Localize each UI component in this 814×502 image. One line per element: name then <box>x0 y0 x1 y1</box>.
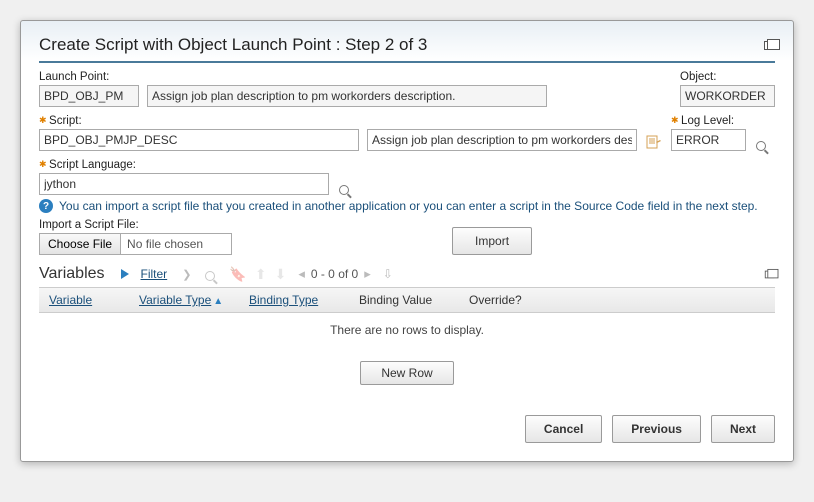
object-label: Object: <box>680 71 775 83</box>
variables-grid-header: Variable Variable Type▲ Binding Type Bin… <box>39 288 775 313</box>
script-language-lookup-icon[interactable] <box>337 181 351 195</box>
log-level-label: Log Level: <box>671 115 746 127</box>
dialog-title: Create Script with Object Launch Point :… <box>39 35 427 55</box>
bookmark-icon[interactable]: 🔖 <box>229 266 246 283</box>
col-binding-value[interactable]: Binding Value <box>359 293 432 307</box>
filter-toggle-icon[interactable] <box>121 269 129 279</box>
search-icon[interactable] <box>203 267 217 281</box>
long-description-icon[interactable] <box>645 133 663 151</box>
down-arrow-icon[interactable]: ⬇ <box>275 266 287 283</box>
page-next-icon[interactable]: ▸ <box>364 266 371 282</box>
col-variable-type[interactable]: Variable Type <box>139 293 211 307</box>
page-prev-icon[interactable]: ◂ <box>298 266 305 282</box>
next-button[interactable]: Next <box>711 415 775 443</box>
choose-file-button[interactable]: Choose File <box>40 234 121 254</box>
variables-restore-icon[interactable] <box>765 270 774 278</box>
chevron-right-icon: ❯ <box>182 268 191 281</box>
log-level-lookup-icon[interactable] <box>754 137 768 151</box>
log-level-field[interactable] <box>671 129 746 151</box>
info-icon: ? <box>39 199 53 213</box>
object-field <box>680 85 775 107</box>
import-file-label: Import a Script File: <box>39 219 232 231</box>
dialog-create-script: Create Script with Object Launch Point :… <box>20 20 794 462</box>
filter-link[interactable]: Filter <box>141 267 168 281</box>
cancel-button[interactable]: Cancel <box>525 415 602 443</box>
script-desc-field[interactable] <box>367 129 637 151</box>
script-language-field[interactable] <box>39 173 329 195</box>
launch-point-label: Launch Point: <box>39 71 139 83</box>
script-field[interactable] <box>39 129 359 151</box>
download-icon[interactable]: ⇩ <box>383 267 393 281</box>
import-button[interactable]: Import <box>452 227 532 255</box>
script-label: Script: <box>39 115 359 127</box>
launch-point-desc-field <box>147 85 547 107</box>
up-arrow-icon[interactable]: ⬆ <box>255 266 267 283</box>
new-row-button[interactable]: New Row <box>360 361 453 385</box>
col-override[interactable]: Override? <box>469 293 522 307</box>
launch-point-field <box>39 85 139 107</box>
file-chosen-text: No file chosen <box>121 234 231 254</box>
pager-text: 0 - 0 of 0 <box>311 267 358 281</box>
col-binding-type[interactable]: Binding Type <box>249 293 318 307</box>
info-text: You can import a script file that you cr… <box>59 199 758 213</box>
file-chooser[interactable]: Choose File No file chosen <box>39 233 232 255</box>
sort-asc-icon: ▲ <box>213 296 223 307</box>
variables-title: Variables <box>39 265 105 283</box>
col-variable[interactable]: Variable <box>49 293 92 307</box>
script-language-label: Script Language: <box>39 159 329 171</box>
variables-empty-text: There are no rows to display. <box>39 313 775 355</box>
previous-button[interactable]: Previous <box>612 415 701 443</box>
restore-icon[interactable] <box>764 41 775 50</box>
